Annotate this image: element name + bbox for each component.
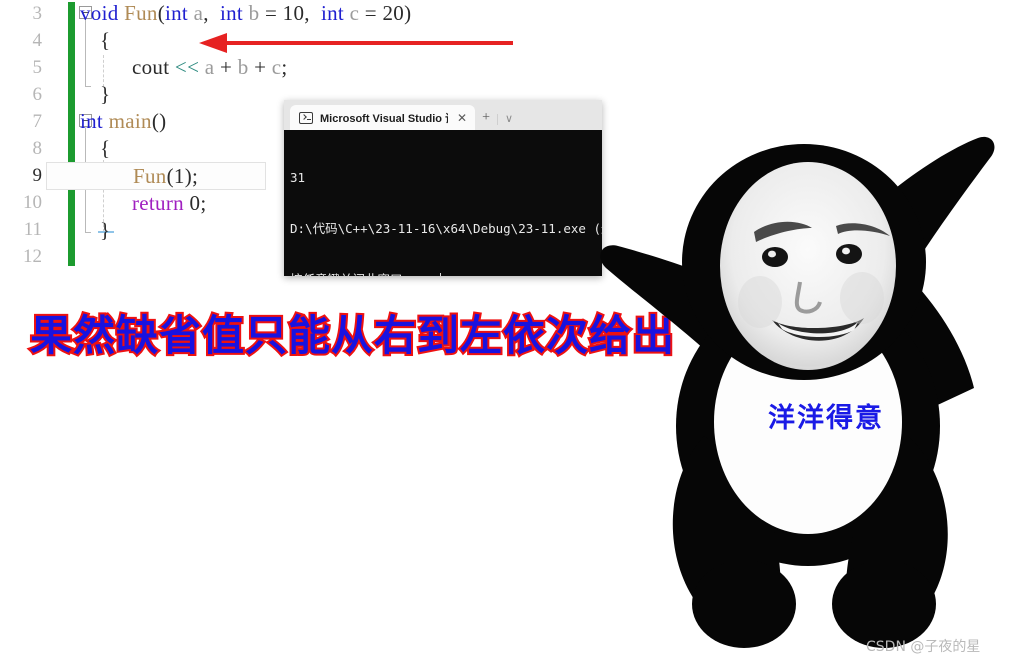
red-pointer-arrow <box>199 33 513 53</box>
token-paren-close: ) <box>159 109 167 133</box>
console-tab-title: Microsoft Visual Studio 调试控 <box>320 112 448 125</box>
new-tab-icon[interactable]: + <box>475 111 497 125</box>
line-number: 5 <box>32 57 43 78</box>
screenshot-root: 3 4 5 6 7 8 9 10 11 12 void Fun(int a, i… <box>0 0 1019 665</box>
line-number: 4 <box>32 30 43 51</box>
token-keyword-int: int <box>320 1 345 25</box>
line-number: 8 <box>32 138 43 159</box>
debug-console-window[interactable]: Microsoft Visual Studio 调试控 ✕ + ∨ 31 D:\… <box>284 100 602 276</box>
console-tab[interactable]: Microsoft Visual Studio 调试控 ✕ <box>290 105 476 130</box>
close-icon[interactable]: ✕ <box>455 111 469 125</box>
panda-meme-image <box>600 136 995 648</box>
token-function-fun: Fun <box>124 1 158 25</box>
token-var-c: c <box>349 1 360 25</box>
csdn-watermark: CSDN @子夜的星 <box>866 639 981 655</box>
token-semicolon: ; <box>281 55 288 79</box>
line-number: 11 <box>23 219 42 240</box>
token-function-fun: Fun <box>133 164 167 188</box>
token-equals: = <box>364 1 377 25</box>
token-brace-open: { <box>100 136 111 160</box>
token-brace-close: } <box>100 82 111 106</box>
token-var-a: a <box>204 55 215 79</box>
token-keyword-int: int <box>165 1 189 25</box>
line-number: 6 <box>32 84 43 105</box>
line-number: 12 <box>23 246 42 267</box>
token-keyword-return: return <box>132 191 184 215</box>
line-number: 7 <box>32 111 43 132</box>
token-operator-shift: << <box>174 55 200 79</box>
code-line-9-current[interactable]: Fun(1); <box>46 162 266 190</box>
panda-chest-text: 洋洋得意 <box>768 403 884 434</box>
console-output-line-with-caret: 按任意键关闭此窗口. . . <box>290 271 602 276</box>
chevron-down-icon[interactable]: ∨ <box>496 114 520 125</box>
line-number: 3 <box>32 3 43 24</box>
console-output-line: 31 <box>290 170 306 185</box>
token-brace-close: } <box>100 218 111 242</box>
token-cout: cout <box>132 55 170 79</box>
token-semicolon: ; <box>192 164 199 188</box>
code-line-3[interactable]: void Fun(int a, int b = 10, int c = 20) <box>80 0 620 27</box>
line-number: 10 <box>23 192 42 213</box>
token-function-main: main <box>108 109 152 133</box>
console-output-line: D:\代码\C++\23-11-16\x64\Debug\23-11.exe (… <box>290 221 602 236</box>
token-number-10: 10 <box>282 1 305 25</box>
line-number-gutter: 3 4 5 6 7 8 9 10 11 12 <box>0 0 48 270</box>
token-var-b: b <box>248 1 260 25</box>
unsaved-changes-bar <box>68 2 75 266</box>
token-var-b: b <box>237 55 249 79</box>
console-title-bar[interactable]: Microsoft Visual Studio 调试控 ✕ + ∨ <box>284 100 602 130</box>
token-number-20: 20 <box>382 1 405 25</box>
console-output: 31 D:\代码\C++\23-11-16\x64\Debug\23-11.ex… <box>284 130 602 276</box>
code-line-5[interactable]: cout << a + b + c; <box>80 54 620 81</box>
panda-head <box>682 144 926 380</box>
console-prompt-text: 按任意键关闭此窗口. . . <box>290 272 440 276</box>
token-paren-close: ) <box>404 1 412 25</box>
console-caret <box>440 273 442 276</box>
token-plus: + <box>254 55 267 79</box>
terminal-icon <box>299 111 313 124</box>
annotation-caption: 果然缺省值只能从右到左依次给出 <box>28 309 676 362</box>
token-equals: = <box>264 1 278 25</box>
token-semicolon: ; <box>200 191 207 215</box>
token-keyword-int: int <box>219 1 244 25</box>
token-paren-open: ( <box>166 164 174 188</box>
token-var-c: c <box>271 55 282 79</box>
token-paren-open: ( <box>157 1 165 25</box>
token-plus: + <box>219 55 233 79</box>
token-number-1: 1 <box>173 164 185 188</box>
token-keyword-void: void <box>80 1 119 25</box>
token-brace-open: { <box>100 28 111 52</box>
token-keyword-int: int <box>80 109 104 133</box>
token-number-0: 0 <box>189 191 201 215</box>
line-number-active: 9 <box>32 165 43 186</box>
token-paren-close: ) <box>184 164 192 188</box>
token-var-a: a <box>193 1 204 25</box>
